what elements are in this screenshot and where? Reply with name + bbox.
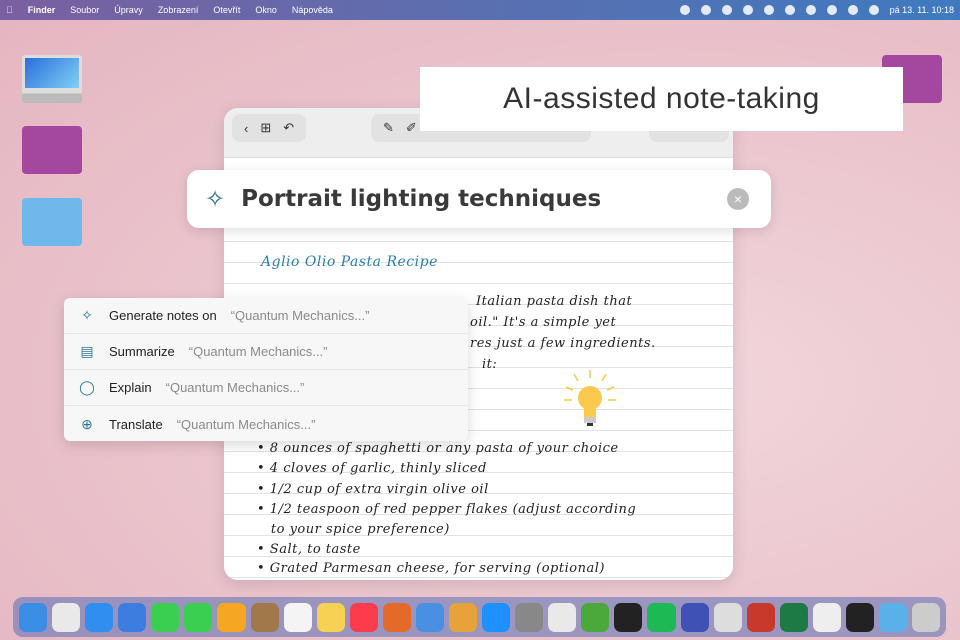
note-line: res just a few ingredients. <box>470 336 656 351</box>
control-center-icon[interactable] <box>868 5 879 15</box>
headline-banner: AI-assisted note-taking <box>420 67 903 131</box>
menu-okno[interactable]: Okno <box>255 5 277 15</box>
menu-item-translate[interactable]: ⊕ Translate “Quantum Mechanics...” <box>64 406 468 442</box>
dock-app-icon[interactable] <box>449 602 478 632</box>
ingredient: • Grated Parmesan cheese, for serving (o… <box>257 561 605 576</box>
grid-icon[interactable]: ⊞ <box>260 120 271 136</box>
ai-actions-menu: ✧ Generate notes on “Quantum Mechanics...”… <box>64 298 468 441</box>
dock-app-icon[interactable] <box>680 602 709 632</box>
clock[interactable]: pá 13. 11. 10:18 <box>890 5 954 15</box>
note-line: it: <box>482 357 498 372</box>
dock-app-icon[interactable] <box>184 602 213 632</box>
menu-item-label: Explain <box>109 380 152 395</box>
clear-search-button[interactable]: × <box>727 188 749 210</box>
dock-app-icon[interactable] <box>283 602 312 632</box>
pen-icon[interactable]: ✎ <box>383 120 394 136</box>
dock-app-icon[interactable] <box>151 602 180 632</box>
bluetooth-icon[interactable] <box>784 5 795 15</box>
dock <box>13 597 946 637</box>
dock-app-icon[interactable] <box>382 602 411 632</box>
highlighter-icon[interactable]: ✐ <box>406 120 417 136</box>
dock-app-icon[interactable] <box>581 602 610 632</box>
ingredient: • 4 cloves of garlic, thinly sliced <box>257 461 487 476</box>
menu-item-generate-notes[interactable]: ✧ Generate notes on “Quantum Mechanics...” <box>64 298 468 334</box>
note-line: oil." It's a simple yet <box>470 315 617 330</box>
menu-item-label: Translate <box>109 416 163 432</box>
dock-app-icon[interactable] <box>614 602 643 632</box>
magic-wand-icon: ✧ <box>81 307 93 323</box>
menu-item-context: “Quantum Mechanics...” <box>230 308 370 323</box>
dock-app-icon[interactable] <box>548 602 577 632</box>
desktop-folder-icon[interactable] <box>22 126 82 174</box>
dock-app-icon[interactable] <box>316 602 345 632</box>
dock-app-icon[interactable] <box>812 602 841 632</box>
dock-app-icon[interactable] <box>713 602 742 632</box>
menu-napoveda[interactable]: Nápověda <box>292 5 333 15</box>
document-icon: ▤ <box>80 343 94 359</box>
battery-icon[interactable] <box>805 5 816 15</box>
dock-app-icon[interactable] <box>746 602 775 632</box>
dock-app-icon[interactable] <box>349 602 378 632</box>
menu-item-label: Summarize <box>109 344 175 359</box>
menu-otevrit[interactable]: Otevřít <box>213 5 240 15</box>
desktop-blue-folder-icon[interactable] <box>22 198 82 246</box>
menu-upravy[interactable]: Úpravy <box>114 5 143 15</box>
dock-app-icon[interactable] <box>85 602 114 632</box>
menu-item-label: Generate notes on <box>109 308 217 323</box>
menu-zobrazeni[interactable]: Zobrazení <box>158 5 199 15</box>
sparkles-icon: ✧ <box>205 185 226 213</box>
dock-app-icon[interactable] <box>118 602 147 632</box>
ai-search-bar[interactable]: ✧ Portrait lighting techniques × <box>187 170 771 228</box>
wifi-icon[interactable] <box>826 5 837 15</box>
search-query[interactable]: Portrait lighting techniques <box>241 186 601 212</box>
nav-group: ‹ ⊞ ↶ <box>232 114 307 142</box>
note-line: Italian pasta dish that <box>476 294 633 309</box>
menu-item-explain[interactable]: ◯ Explain “Quantum Mechanics...” <box>64 370 468 406</box>
dock-app-icon[interactable] <box>482 602 511 632</box>
dock-app-icon[interactable] <box>19 602 48 632</box>
note-title: Aglio Olio Pasta Recipe <box>261 254 438 270</box>
dock-app-icon[interactable] <box>879 602 908 632</box>
dock-app-icon[interactable] <box>52 602 81 632</box>
dock-app-icon[interactable] <box>250 602 279 632</box>
dock-app-icon[interactable] <box>217 602 246 632</box>
dock-app-icon[interactable] <box>647 602 676 632</box>
menu-item-context: “Quantum Mechanics...” <box>176 416 316 432</box>
globe-icon: ⊕ <box>81 415 93 432</box>
dock-app-icon[interactable] <box>845 602 875 632</box>
cloud-icon[interactable] <box>763 5 774 15</box>
menu-soubor[interactable]: Soubor <box>70 5 99 15</box>
dropbox-icon[interactable] <box>679 5 690 15</box>
desktop-imac-icon[interactable] <box>22 55 82 103</box>
speech-bubble-icon: ◯ <box>79 379 95 395</box>
dock-app-icon[interactable] <box>779 602 808 632</box>
undo-icon[interactable]: ↶ <box>283 120 294 136</box>
malwarebytes-icon[interactable] <box>700 5 711 15</box>
shield-icon[interactable] <box>742 5 753 15</box>
ingredient: to your spice preference) <box>257 522 450 537</box>
dock-app-icon[interactable] <box>515 602 544 632</box>
apple-icon[interactable]:  <box>6 5 13 15</box>
menu-item-context: “Quantum Mechanics...” <box>188 344 328 359</box>
menu-bar:  Finder Soubor Úpravy Zobrazení Otevřít… <box>0 0 960 20</box>
ingredient: • 1/2 teaspoon of red pepper flakes (adj… <box>257 502 637 517</box>
ingredient: • 1/2 cup of extra virgin olive oil <box>257 482 489 497</box>
ingredient: • Salt, to taste <box>257 542 361 557</box>
status-icon[interactable] <box>721 5 732 15</box>
menu-item-summarize[interactable]: ▤ Summarize “Quantum Mechanics...” <box>64 334 468 370</box>
search-icon[interactable] <box>847 5 858 15</box>
menu-app-finder[interactable]: Finder <box>28 5 56 15</box>
ingredient: • 8 ounces of spaghetti or any pasta of … <box>257 441 619 456</box>
lightbulb-icon <box>564 370 616 426</box>
dock-app-icon[interactable] <box>415 602 445 632</box>
dock-app-icon[interactable] <box>912 602 941 632</box>
back-icon[interactable]: ‹ <box>244 121 248 136</box>
menu-item-context: “Quantum Mechanics...” <box>165 380 305 395</box>
